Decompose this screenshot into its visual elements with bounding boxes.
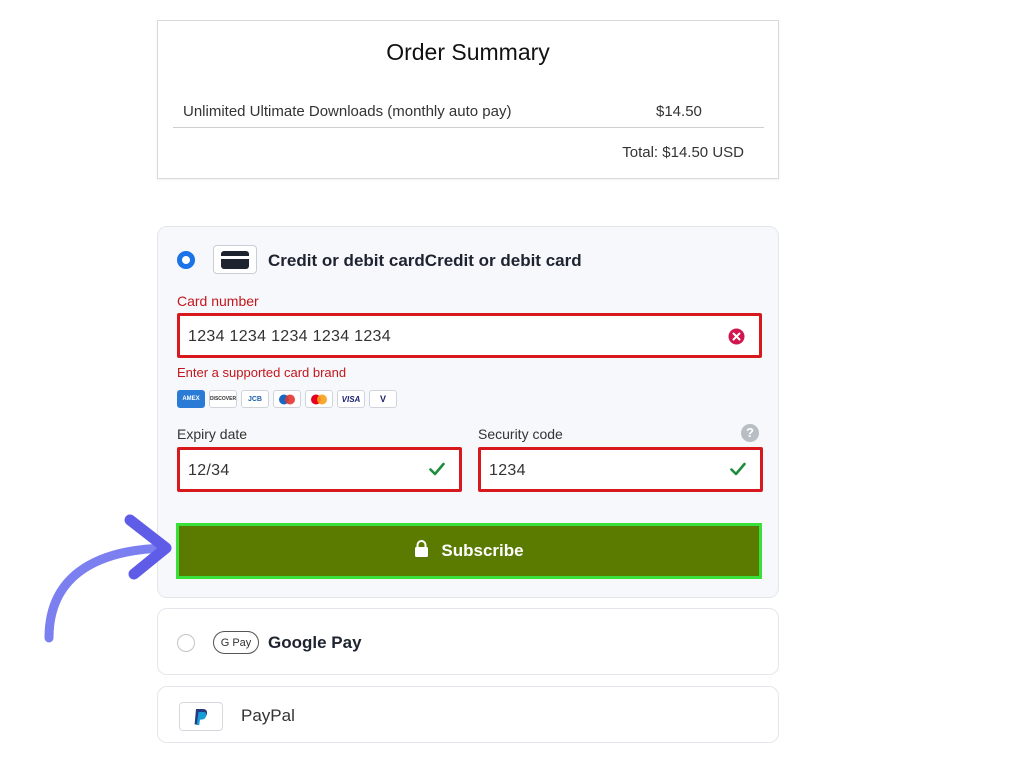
card-brand-list: AMEX DISCOVER JCB VISA V [177, 390, 397, 408]
card-number-label: Card number [177, 293, 259, 309]
order-item-name: Unlimited Ultimate Downloads (monthly au… [183, 103, 512, 120]
expiry-input[interactable]: 12/34 [177, 447, 462, 492]
expiry-value: 12/34 [188, 462, 230, 479]
google-pay-icon: G Pay [213, 631, 259, 654]
subscribe-button[interactable]: Subscribe [176, 523, 762, 579]
subscribe-label: Subscribe [441, 541, 524, 560]
checkmark-icon [429, 462, 445, 481]
card-number-value: 1234 1234 1234 1234 1234 [188, 328, 391, 345]
security-code-input[interactable]: 1234 [478, 447, 763, 492]
paypal-logo-icon [179, 702, 223, 731]
google-pay-option[interactable]: G Pay Google Pay [157, 608, 779, 675]
checkmark-icon [730, 462, 746, 481]
card-error-message: Enter a supported card brand [177, 365, 347, 380]
order-total: Total: $14.50 USD [622, 144, 744, 161]
security-code-label: Security code [478, 426, 563, 442]
visa-electron-icon: V [369, 390, 397, 408]
lock-icon [414, 540, 429, 562]
error-clear-icon[interactable] [728, 328, 745, 350]
help-icon[interactable]: ? [741, 424, 759, 442]
summary-divider [173, 127, 764, 128]
card-method-radio[interactable] [177, 251, 195, 269]
maestro-icon [273, 390, 301, 408]
order-summary-title: Order Summary [386, 39, 550, 65]
discover-icon: DISCOVER [209, 390, 237, 408]
expiry-label: Expiry date [177, 426, 248, 442]
paypal-option[interactable]: PayPal [157, 686, 779, 743]
paypal-label: PayPal [241, 706, 295, 725]
visa-icon: VISA [337, 390, 365, 408]
security-code-value: 1234 [489, 462, 526, 479]
jcb-icon: JCB [241, 390, 269, 408]
card-payment-panel: Credit or debit cardCredit or debit card… [157, 226, 779, 598]
mastercard-icon [305, 390, 333, 408]
order-summary: Order Summary Unlimited Ultimate Downloa… [157, 20, 779, 179]
order-item-price: $14.50 [656, 103, 702, 120]
google-pay-label: Google Pay [268, 633, 362, 652]
curved-arrow-icon [44, 514, 172, 643]
credit-card-icon [213, 245, 257, 274]
card-method-label[interactable]: Credit or debit cardCredit or debit card [268, 251, 582, 271]
card-number-input[interactable]: 1234 1234 1234 1234 1234 [177, 313, 762, 358]
amex-icon: AMEX [177, 390, 205, 408]
